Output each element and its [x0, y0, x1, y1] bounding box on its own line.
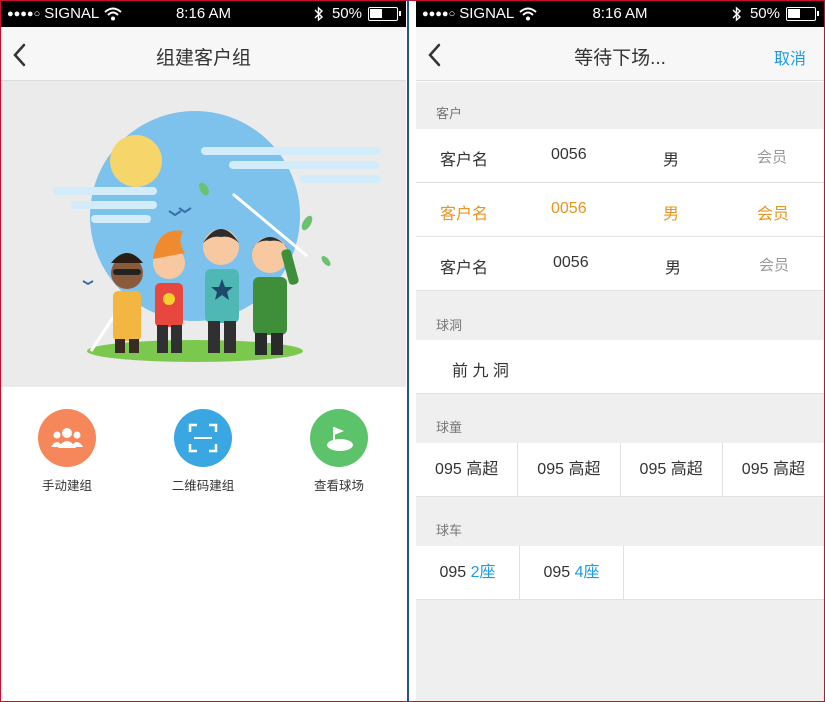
status-bar: ●●●●○ SIGNAL 8:16 AM 50%	[416, 1, 824, 27]
cart-seats: 4座	[574, 564, 600, 581]
cart-item[interactable]: 095 2座	[416, 546, 520, 600]
customer-number: 0056	[551, 200, 587, 217]
customer-type: 会员	[757, 149, 788, 166]
left-phone-screen: ●●●●○ SIGNAL 8:16 AM 50% 组建客户组 手动建组 二维码建…	[1, 1, 406, 701]
golfers-illustration	[53, 111, 381, 362]
screen-divider	[407, 0, 409, 702]
right-phone-screen: ●●●●○ SIGNAL 8:16 AM 50% 等待下场... 取消 客户 客…	[416, 1, 824, 701]
page-title: 等待下场...	[574, 48, 666, 69]
section-label-caddies: 球童	[436, 420, 463, 435]
caddie-grid: 095 高超 095 高超 095 高超 095 高超	[416, 443, 824, 497]
caddie-item[interactable]: 095 高超	[518, 443, 621, 497]
manual-group-label: 手动建组	[41, 479, 92, 493]
customer-row[interactable]: 客户名 0056 男 会员	[416, 129, 824, 183]
view-course-label: 查看球场	[313, 479, 364, 493]
customer-name: 客户名	[440, 206, 489, 223]
customer-name: 客户名	[440, 152, 489, 169]
battery-icon	[368, 6, 401, 21]
caddie-item[interactable]: 095 高超	[723, 443, 824, 497]
customer-row-selected[interactable]: 客户名 0056 男 会员	[416, 183, 824, 237]
customer-type: 会员	[757, 206, 790, 223]
section-label-carts: 球车	[436, 523, 463, 538]
qr-group-button[interactable]: 二维码建组	[148, 409, 258, 494]
customer-type: 会员	[759, 257, 790, 274]
customer-gender: 男	[665, 260, 682, 277]
battery-percent: 50%	[331, 5, 362, 22]
customer-number: 0056	[551, 146, 587, 163]
battery-percent: 50%	[749, 5, 780, 22]
banner-illustration	[1, 81, 406, 387]
cart-item[interactable]: 095 4座	[520, 546, 624, 600]
group-icon	[38, 409, 96, 467]
nav-bar: 等待下场... 取消	[416, 27, 824, 81]
hole-row[interactable]: 前 九 洞	[416, 340, 824, 394]
section-label-customers: 客户	[436, 106, 463, 121]
customer-row[interactable]: 客户名 0056 男 会员	[416, 237, 824, 291]
customer-number: 0056	[553, 254, 589, 271]
status-bar: ●●●●○ SIGNAL 8:16 AM 50%	[1, 1, 406, 27]
cart-row: 095 2座 095 4座	[416, 546, 824, 600]
qr-group-label: 二维码建组	[171, 479, 235, 493]
nav-bar: 组建客户组	[1, 27, 406, 81]
action-menu: 手动建组 二维码建组 查看球场	[1, 387, 406, 507]
view-course-button[interactable]: 查看球场	[284, 409, 394, 494]
golf-course-icon	[310, 409, 368, 467]
customer-gender: 男	[663, 152, 680, 169]
cart-number: 095	[543, 564, 571, 581]
cart-number: 095	[439, 564, 467, 581]
caddie-item[interactable]: 095 高超	[621, 443, 723, 497]
customer-name: 客户名	[440, 260, 489, 277]
qr-scan-icon	[174, 409, 232, 467]
page-title: 组建客户组	[155, 48, 251, 69]
cancel-button[interactable]: 取消	[774, 45, 806, 69]
caddie-item[interactable]: 095 高超	[416, 443, 519, 497]
bluetooth-icon	[732, 5, 741, 22]
battery-icon	[786, 6, 819, 21]
cart-seats: 2座	[470, 564, 496, 581]
manual-group-button[interactable]: 手动建组	[12, 409, 122, 494]
bluetooth-icon	[314, 5, 323, 22]
hole-value: 前 九 洞	[452, 363, 509, 380]
customer-gender: 男	[663, 206, 680, 223]
section-label-holes: 球洞	[436, 318, 463, 333]
